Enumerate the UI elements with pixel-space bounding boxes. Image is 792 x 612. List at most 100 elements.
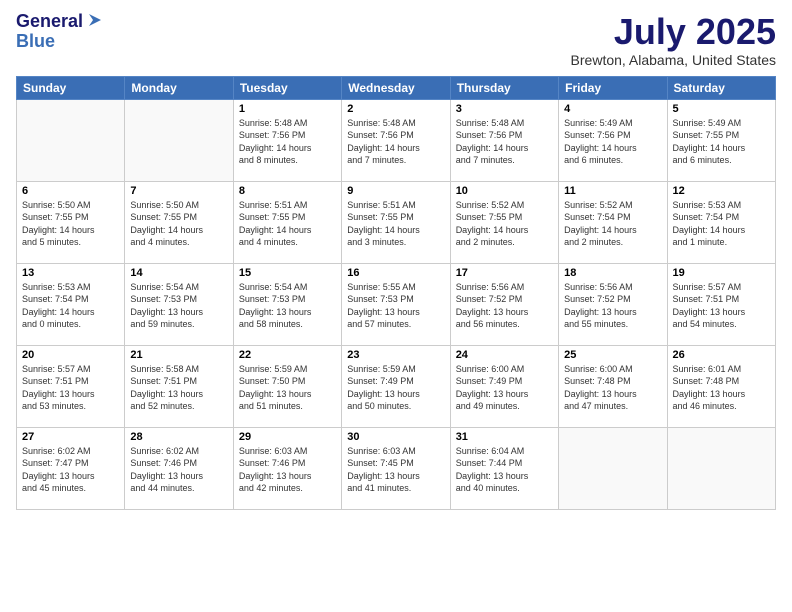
weekday-header: Tuesday [233, 76, 341, 99]
day-number: 11 [564, 185, 661, 197]
day-number: 16 [347, 267, 444, 279]
weekday-header: Sunday [17, 76, 125, 99]
day-info: Sunrise: 5:53 AM Sunset: 7:54 PM Dayligh… [22, 281, 119, 331]
calendar-cell: 11 Sunrise: 5:52 AM Sunset: 7:54 PM Dayli… [559, 181, 667, 263]
day-number: 19 [673, 267, 770, 279]
month-year: July 2025 [571, 12, 776, 52]
calendar-cell [667, 427, 775, 509]
day-info: Sunrise: 5:55 AM Sunset: 7:53 PM Dayligh… [347, 281, 444, 331]
title-area: July 2025 Brewton, Alabama, United State… [571, 12, 776, 68]
day-number: 12 [673, 185, 770, 197]
logo-blue: Blue [16, 32, 105, 52]
day-info: Sunrise: 6:01 AM Sunset: 7:48 PM Dayligh… [673, 363, 770, 413]
day-info: Sunrise: 5:52 AM Sunset: 7:54 PM Dayligh… [564, 199, 661, 249]
day-info: Sunrise: 5:51 AM Sunset: 7:55 PM Dayligh… [239, 199, 336, 249]
day-info: Sunrise: 5:48 AM Sunset: 7:56 PM Dayligh… [347, 117, 444, 167]
weekday-header: Wednesday [342, 76, 450, 99]
calendar-cell: 29 Sunrise: 6:03 AM Sunset: 7:46 PM Dayli… [233, 427, 341, 509]
logo-icon [85, 10, 105, 30]
calendar-cell: 14Sunrise: 5:54 AM Sunset: 7:53 PM Dayli… [125, 263, 233, 345]
day-number: 14 [130, 267, 227, 279]
calendar-cell: 17 Sunrise: 5:56 AM Sunset: 7:52 PM Dayli… [450, 263, 558, 345]
day-number: 22 [239, 349, 336, 361]
day-number: 7 [130, 185, 227, 197]
day-info: Sunrise: 5:56 AM Sunset: 7:52 PM Dayligh… [456, 281, 553, 331]
day-number: 2 [347, 103, 444, 115]
day-number: 30 [347, 431, 444, 443]
calendar-cell: 5 Sunrise: 5:49 AM Sunset: 7:55 PM Daylig… [667, 99, 775, 181]
calendar-week-row: 27 Sunrise: 6:02 AM Sunset: 7:47 PM Dayli… [17, 427, 776, 509]
calendar-cell: 7Sunrise: 5:50 AM Sunset: 7:55 PM Daylig… [125, 181, 233, 263]
day-number: 25 [564, 349, 661, 361]
calendar-cell: 3Sunrise: 5:48 AM Sunset: 7:56 PM Daylig… [450, 99, 558, 181]
calendar-week-row: 13 Sunrise: 5:53 AM Sunset: 7:54 PM Dayli… [17, 263, 776, 345]
calendar-cell: 18 Sunrise: 5:56 AM Sunset: 7:52 PM Dayli… [559, 263, 667, 345]
day-number: 15 [239, 267, 336, 279]
calendar-week-row: 1Sunrise: 5:48 AM Sunset: 7:56 PM Daylig… [17, 99, 776, 181]
day-info: Sunrise: 6:00 AM Sunset: 7:49 PM Dayligh… [456, 363, 553, 413]
day-number: 24 [456, 349, 553, 361]
day-info: Sunrise: 5:59 AM Sunset: 7:49 PM Dayligh… [347, 363, 444, 413]
day-number: 26 [673, 349, 770, 361]
day-info: Sunrise: 5:53 AM Sunset: 7:54 PM Dayligh… [673, 199, 770, 249]
day-info: Sunrise: 5:54 AM Sunset: 7:53 PM Dayligh… [239, 281, 336, 331]
calendar-cell [559, 427, 667, 509]
calendar-cell: 26 Sunrise: 6:01 AM Sunset: 7:48 PM Dayli… [667, 345, 775, 427]
calendar-cell: 22Sunrise: 5:59 AM Sunset: 7:50 PM Dayli… [233, 345, 341, 427]
day-number: 4 [564, 103, 661, 115]
calendar-cell: 9Sunrise: 5:51 AM Sunset: 7:55 PM Daylig… [342, 181, 450, 263]
calendar-cell [125, 99, 233, 181]
day-info: Sunrise: 6:03 AM Sunset: 7:46 PM Dayligh… [239, 445, 336, 495]
calendar-cell [17, 99, 125, 181]
day-number: 23 [347, 349, 444, 361]
day-info: Sunrise: 5:57 AM Sunset: 7:51 PM Dayligh… [673, 281, 770, 331]
calendar-cell: 31 Sunrise: 6:04 AM Sunset: 7:44 PM Dayli… [450, 427, 558, 509]
calendar-cell: 10Sunrise: 5:52 AM Sunset: 7:55 PM Dayli… [450, 181, 558, 263]
day-number: 31 [456, 431, 553, 443]
calendar-cell: 23 Sunrise: 5:59 AM Sunset: 7:49 PM Dayli… [342, 345, 450, 427]
calendar-cell: 19 Sunrise: 5:57 AM Sunset: 7:51 PM Dayli… [667, 263, 775, 345]
day-info: Sunrise: 6:03 AM Sunset: 7:45 PM Dayligh… [347, 445, 444, 495]
day-number: 21 [130, 349, 227, 361]
weekday-header: Thursday [450, 76, 558, 99]
calendar-cell: 24 Sunrise: 6:00 AM Sunset: 7:49 PM Dayli… [450, 345, 558, 427]
day-number: 28 [130, 431, 227, 443]
day-number: 8 [239, 185, 336, 197]
day-number: 20 [22, 349, 119, 361]
day-number: 10 [456, 185, 553, 197]
day-info: Sunrise: 5:58 AM Sunset: 7:51 PM Dayligh… [130, 363, 227, 413]
day-info: Sunrise: 6:04 AM Sunset: 7:44 PM Dayligh… [456, 445, 553, 495]
calendar-cell: 20 Sunrise: 5:57 AM Sunset: 7:51 PM Dayli… [17, 345, 125, 427]
calendar-week-row: 20 Sunrise: 5:57 AM Sunset: 7:51 PM Dayli… [17, 345, 776, 427]
day-number: 29 [239, 431, 336, 443]
day-info: Sunrise: 5:49 AM Sunset: 7:55 PM Dayligh… [673, 117, 770, 167]
calendar-cell: 21 Sunrise: 5:58 AM Sunset: 7:51 PM Dayli… [125, 345, 233, 427]
day-number: 18 [564, 267, 661, 279]
day-info: Sunrise: 5:57 AM Sunset: 7:51 PM Dayligh… [22, 363, 119, 413]
day-info: Sunrise: 5:56 AM Sunset: 7:52 PM Dayligh… [564, 281, 661, 331]
calendar-cell: 28 Sunrise: 6:02 AM Sunset: 7:46 PM Dayli… [125, 427, 233, 509]
calendar: SundayMondayTuesdayWednesdayThursdayFrid… [16, 76, 776, 510]
day-info: Sunrise: 5:49 AM Sunset: 7:56 PM Dayligh… [564, 117, 661, 167]
calendar-cell: 12 Sunrise: 5:53 AM Sunset: 7:54 PM Dayli… [667, 181, 775, 263]
header: General Blue July 2025 Brewton, Alabama,… [16, 12, 776, 68]
day-number: 27 [22, 431, 119, 443]
calendar-cell: 25Sunrise: 6:00 AM Sunset: 7:48 PM Dayli… [559, 345, 667, 427]
day-info: Sunrise: 6:02 AM Sunset: 7:47 PM Dayligh… [22, 445, 119, 495]
weekday-header: Monday [125, 76, 233, 99]
day-number: 5 [673, 103, 770, 115]
calendar-cell: 4 Sunrise: 5:49 AM Sunset: 7:56 PM Daylig… [559, 99, 667, 181]
day-info: Sunrise: 5:48 AM Sunset: 7:56 PM Dayligh… [456, 117, 553, 167]
day-info: Sunrise: 6:02 AM Sunset: 7:46 PM Dayligh… [130, 445, 227, 495]
day-number: 13 [22, 267, 119, 279]
logo-text: General [16, 12, 83, 32]
weekday-header: Friday [559, 76, 667, 99]
calendar-cell: 1Sunrise: 5:48 AM Sunset: 7:56 PM Daylig… [233, 99, 341, 181]
location: Brewton, Alabama, United States [571, 52, 776, 68]
calendar-week-row: 6Sunrise: 5:50 AM Sunset: 7:55 PM Daylig… [17, 181, 776, 263]
calendar-cell: 30 Sunrise: 6:03 AM Sunset: 7:45 PM Dayli… [342, 427, 450, 509]
day-info: Sunrise: 5:51 AM Sunset: 7:55 PM Dayligh… [347, 199, 444, 249]
day-number: 17 [456, 267, 553, 279]
calendar-cell: 2 Sunrise: 5:48 AM Sunset: 7:56 PM Daylig… [342, 99, 450, 181]
calendar-cell: 16 Sunrise: 5:55 AM Sunset: 7:53 PM Dayli… [342, 263, 450, 345]
